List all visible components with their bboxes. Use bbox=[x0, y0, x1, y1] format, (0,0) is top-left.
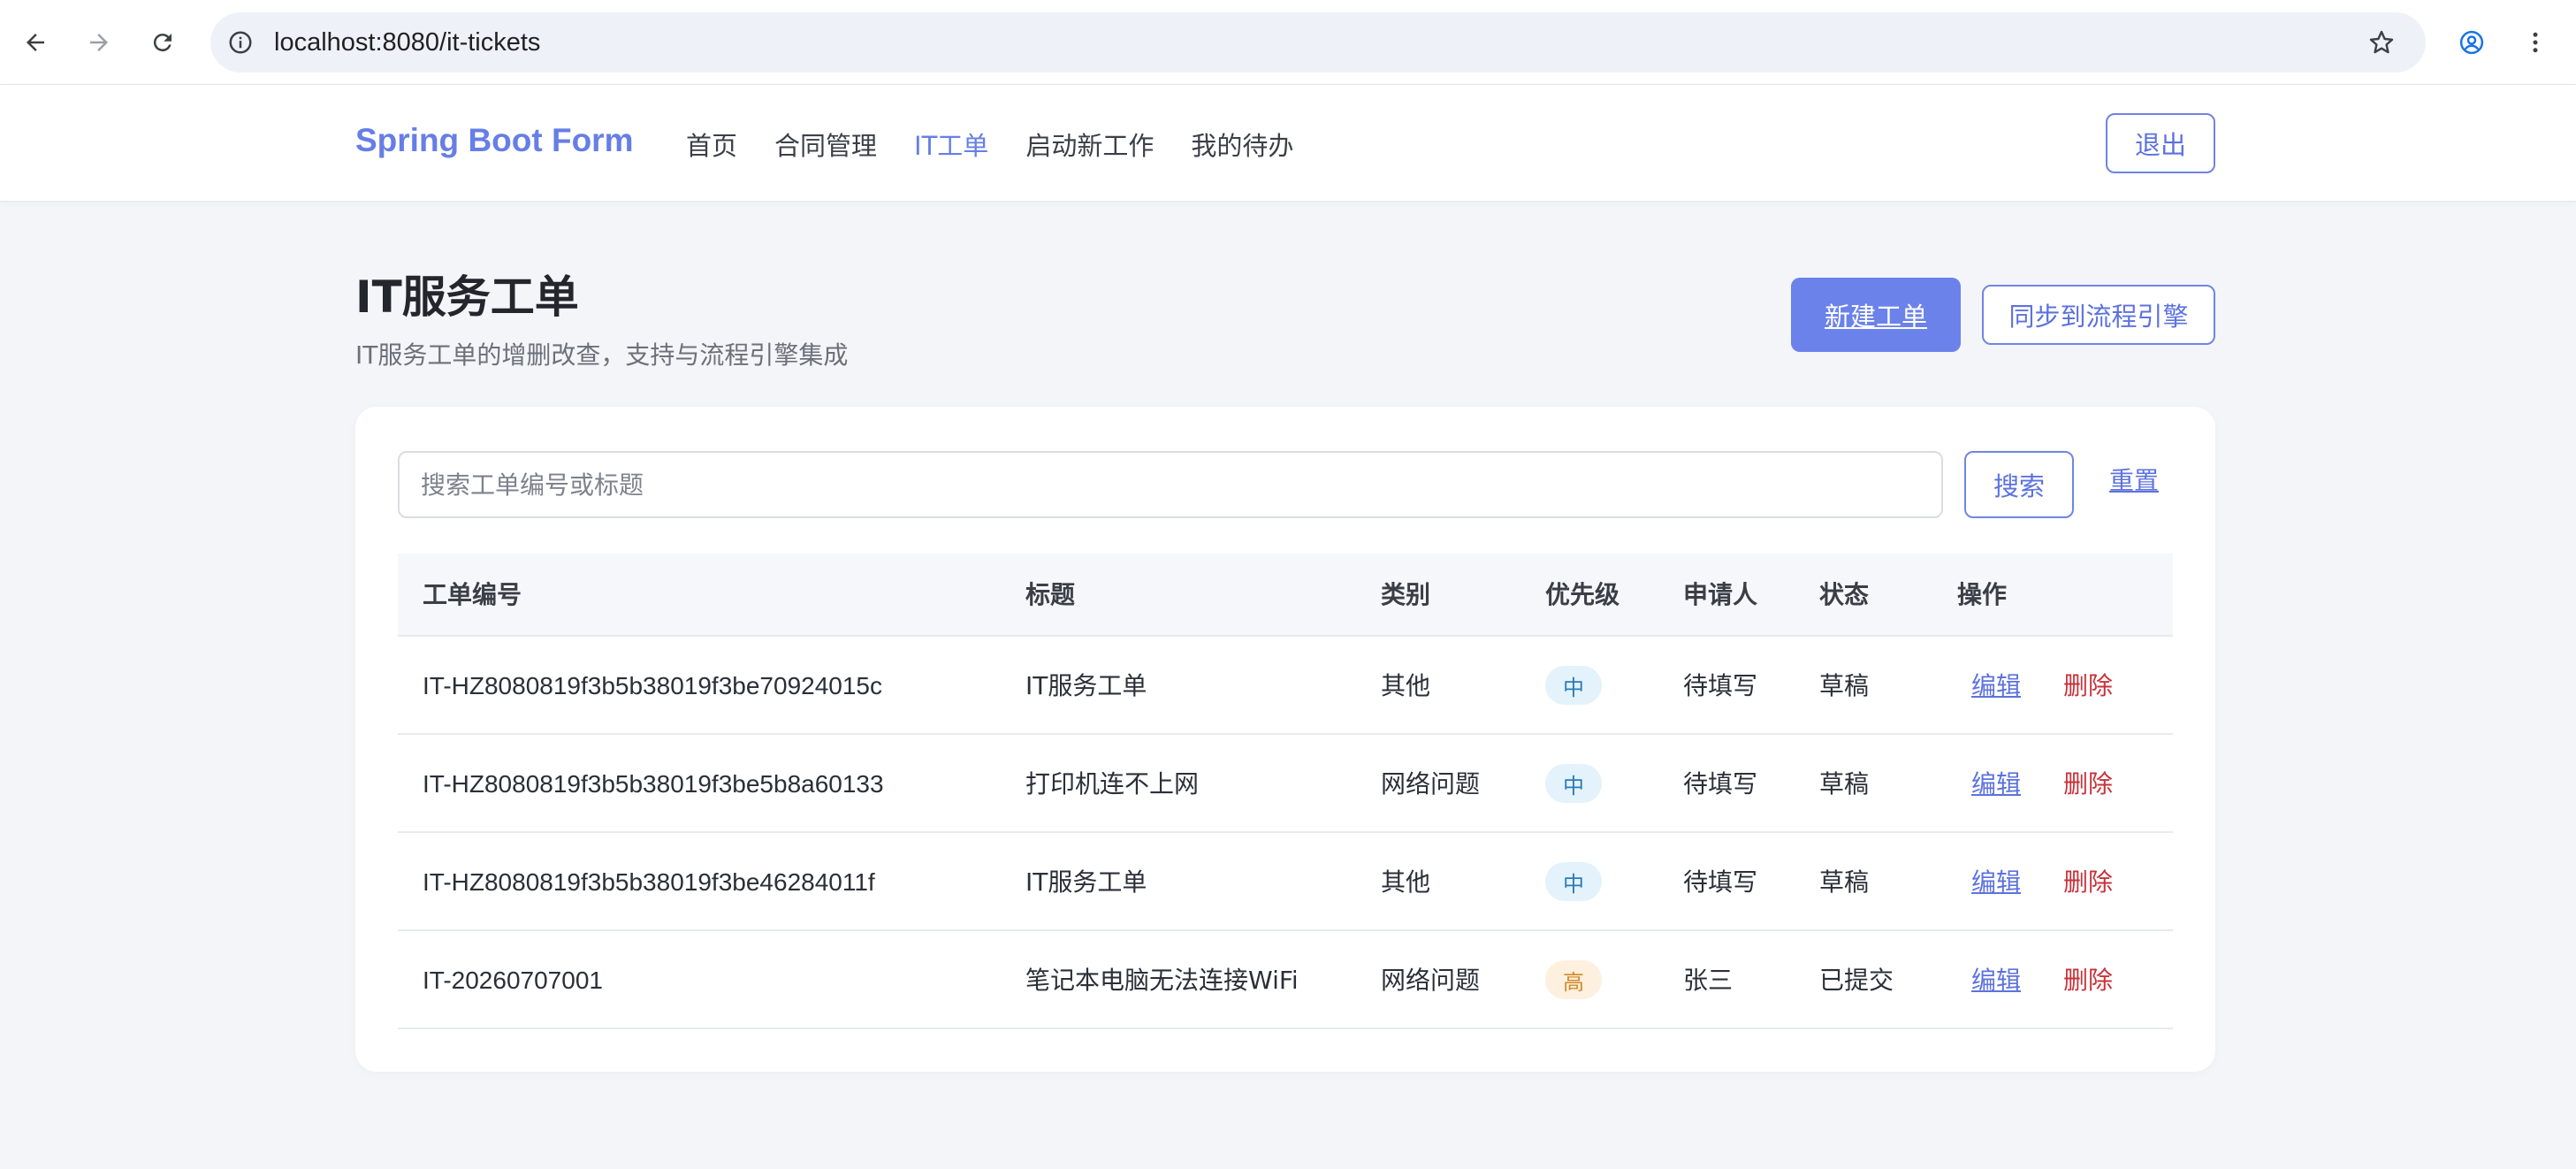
priority-badge: 中 bbox=[1545, 764, 1602, 803]
reload-icon[interactable] bbox=[143, 23, 182, 62]
edit-link[interactable]: 编辑 bbox=[1971, 931, 2021, 1029]
page-title: IT服务工单 bbox=[355, 271, 579, 323]
reset-link[interactable]: 重置 bbox=[2109, 462, 2159, 497]
cell-ticket-id: IT-HZ8080819f3b5b38019f3be5b8a60133 bbox=[423, 770, 884, 798]
kebab-menu-icon[interactable] bbox=[2516, 23, 2555, 62]
delete-link[interactable]: 删除 bbox=[2063, 833, 2113, 931]
header-ticket-id: 工单编号 bbox=[423, 580, 522, 609]
url-text[interactable]: localhost:8080/it-tickets bbox=[274, 12, 540, 73]
cell-category: 其他 bbox=[1381, 671, 1431, 700]
priority-badge: 高 bbox=[1545, 960, 1602, 999]
table-header: 工单编号 标题 类别 优先级 申请人 状态 操作 bbox=[398, 554, 2173, 637]
tickets-card: 搜索 重置 工单编号 标题 类别 优先级 申请人 状态 操作 IT-HZ8080… bbox=[355, 407, 2215, 1072]
account-icon[interactable] bbox=[2452, 23, 2491, 62]
header-priority: 优先级 bbox=[1545, 580, 1620, 609]
nav-item-it-tickets[interactable]: IT工单 bbox=[914, 126, 988, 163]
priority-badge: 中 bbox=[1545, 862, 1602, 901]
delete-link[interactable]: 删除 bbox=[2063, 637, 2113, 735]
cell-category: 网络问题 bbox=[1381, 966, 1481, 995]
cell-applicant: 待填写 bbox=[1683, 769, 1758, 798]
cell-ticket-id: IT-HZ8080819f3b5b38019f3be70924015c bbox=[423, 672, 882, 699]
cell-applicant: 张三 bbox=[1683, 966, 1734, 995]
cell-ticket-id: IT-20260707001 bbox=[423, 967, 603, 994]
forward-arrow-icon[interactable] bbox=[80, 23, 118, 62]
edit-link[interactable]: 编辑 bbox=[1971, 833, 2021, 931]
back-arrow-icon[interactable] bbox=[16, 23, 55, 62]
delete-link[interactable]: 删除 bbox=[2063, 931, 2113, 1029]
cell-category: 其他 bbox=[1381, 867, 1431, 897]
header-category: 类别 bbox=[1381, 580, 1431, 609]
edit-link[interactable]: 编辑 bbox=[1971, 637, 2021, 735]
table-row: IT-20260707001 笔记本电脑无法连接WiFi 网络问题 高 张三 已… bbox=[398, 931, 2173, 1029]
nav-item-start-work[interactable]: 启动新工作 bbox=[1025, 126, 1154, 163]
table-row: IT-HZ8080819f3b5b38019f3be46284011f IT服务… bbox=[398, 833, 2173, 931]
delete-link[interactable]: 删除 bbox=[2063, 735, 2113, 833]
header-actions: 操作 bbox=[1957, 580, 2008, 609]
cell-title: IT服务工单 bbox=[1025, 867, 1147, 897]
logout-button[interactable]: 退出 bbox=[2106, 113, 2215, 173]
main-nav: 首页 合同管理 IT工单 启动新工作 我的待办 bbox=[686, 126, 1293, 163]
cell-status: 已提交 bbox=[1819, 966, 1894, 995]
address-bar[interactable]: localhost:8080/it-tickets bbox=[210, 12, 2426, 73]
nav-item-home[interactable]: 首页 bbox=[686, 126, 737, 163]
app-navbar: Spring Boot Form 首页 合同管理 IT工单 启动新工作 我的待办… bbox=[0, 85, 2576, 202]
nav-item-contracts[interactable]: 合同管理 bbox=[774, 126, 877, 163]
cell-status: 草稿 bbox=[1819, 769, 1870, 798]
new-ticket-button[interactable]: 新建工单 bbox=[1791, 278, 1961, 352]
cell-category: 网络问题 bbox=[1381, 769, 1481, 798]
browser-toolbar: localhost:8080/it-tickets bbox=[0, 0, 2576, 85]
cell-ticket-id: IT-HZ8080819f3b5b38019f3be46284011f bbox=[423, 868, 875, 896]
search-button[interactable]: 搜索 bbox=[1964, 451, 2074, 518]
sync-workflow-button[interactable]: 同步到流程引擎 bbox=[1982, 285, 2215, 345]
page-subtitle: IT服务工单的增删改查，支持与流程引擎集成 bbox=[355, 340, 849, 370]
tickets-table: 工单编号 标题 类别 优先级 申请人 状态 操作 IT-HZ8080819f3b… bbox=[398, 554, 2173, 1029]
cell-title: IT服务工单 bbox=[1025, 671, 1147, 700]
cell-status: 草稿 bbox=[1819, 671, 1870, 700]
nav-item-my-todo[interactable]: 我的待办 bbox=[1191, 126, 1293, 163]
edit-link[interactable]: 编辑 bbox=[1971, 735, 2021, 833]
priority-badge: 中 bbox=[1545, 666, 1602, 705]
cell-applicant: 待填写 bbox=[1683, 671, 1758, 700]
cell-title: 打印机连不上网 bbox=[1025, 769, 1200, 798]
cell-status: 草稿 bbox=[1819, 867, 1870, 897]
header-title: 标题 bbox=[1025, 580, 1076, 609]
cell-title: 笔记本电脑无法连接WiFi bbox=[1025, 966, 1299, 995]
table-row: IT-HZ8080819f3b5b38019f3be70924015c IT服务… bbox=[398, 637, 2173, 735]
brand-logo[interactable]: Spring Boot Form bbox=[355, 122, 633, 159]
info-icon[interactable] bbox=[223, 25, 258, 60]
header-applicant: 申请人 bbox=[1683, 580, 1758, 609]
table-row: IT-HZ8080819f3b5b38019f3be5b8a60133 打印机连… bbox=[398, 735, 2173, 833]
cell-applicant: 待填写 bbox=[1683, 867, 1758, 897]
header-status: 状态 bbox=[1819, 580, 1870, 609]
star-icon[interactable] bbox=[2364, 25, 2399, 60]
search-input[interactable] bbox=[398, 451, 1943, 518]
